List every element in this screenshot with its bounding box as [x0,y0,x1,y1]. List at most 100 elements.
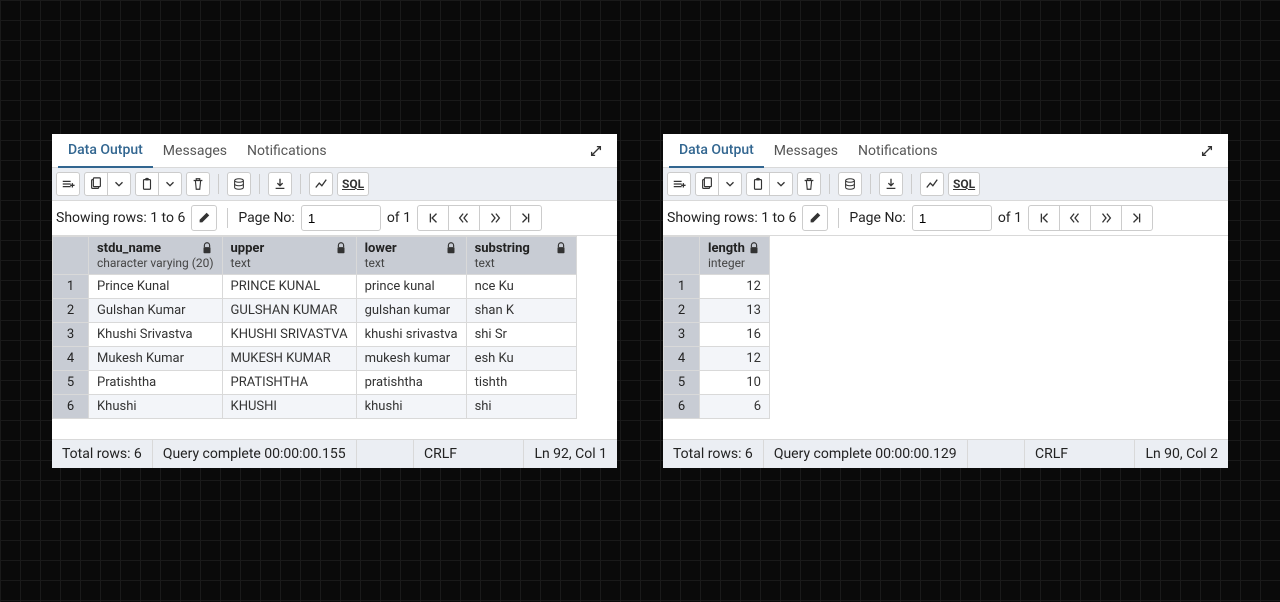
cell[interactable]: gulshan kumar [356,299,466,323]
download-button[interactable] [879,172,903,196]
cell[interactable]: Gulshan Kumar [89,299,223,323]
row-number[interactable]: 2 [664,299,700,323]
cell[interactable]: Khushi Srivastva [89,323,223,347]
copy-dropdown[interactable] [718,172,742,196]
eol-indicator[interactable]: CRLF [413,440,467,468]
column-header[interactable]: uppertext [222,237,356,275]
last-page-button[interactable] [510,205,542,231]
cell[interactable]: prince kunal [356,275,466,299]
column-header[interactable]: lengthinteger [700,237,770,275]
sql-icon: SQL [342,177,364,191]
tab-notifications[interactable]: Notifications [848,135,948,167]
tab-data-output[interactable]: Data Output [669,134,764,168]
copy-dropdown[interactable] [107,172,131,196]
cell[interactable]: Khushi [89,395,223,419]
page-no-input[interactable] [301,205,381,231]
table-row: 6KhushiKHUSHIkhushishi [53,395,577,419]
table-row: 1Prince KunalPRINCE KUNALprince kunalnce… [53,275,577,299]
last-page-button[interactable] [1121,205,1153,231]
column-header[interactable]: substringtext [466,237,576,275]
delete-button[interactable] [797,172,821,196]
paste-button[interactable] [746,172,770,196]
cell[interactable]: Pratishtha [89,371,223,395]
cell[interactable]: KHUSHI [222,395,356,419]
edit-button[interactable] [802,205,828,231]
prev-page-button[interactable] [1059,205,1091,231]
row-number[interactable]: 4 [53,347,89,371]
lock-icon [747,241,761,255]
row-number[interactable]: 6 [53,395,89,419]
eol-indicator[interactable]: CRLF [1024,440,1078,468]
tab-messages[interactable]: Messages [153,135,237,167]
table-row: 3Khushi SrivastvaKHUSHI SRIVASTVAkhushi … [53,323,577,347]
cell[interactable]: shi Sr [466,323,576,347]
save-data-button[interactable] [227,172,251,196]
cell[interactable]: 13 [700,299,770,323]
cell[interactable]: KHUSHI SRIVASTVA [222,323,356,347]
tab-bar: Data OutputMessagesNotifications [52,134,617,168]
results-table: lengthinteger11221331641251066 [663,236,770,419]
row-number[interactable]: 3 [53,323,89,347]
paste-dropdown[interactable] [769,172,793,196]
row-number[interactable]: 1 [664,275,700,299]
first-page-button[interactable] [1028,205,1060,231]
table-row: 4Mukesh KumarMUKESH KUMARmukesh kumaresh… [53,347,577,371]
cell[interactable]: 6 [700,395,770,419]
cell[interactable]: shi [466,395,576,419]
copy-button[interactable] [84,172,108,196]
row-number[interactable]: 1 [53,275,89,299]
save-data-button[interactable] [838,172,862,196]
cell[interactable]: 16 [700,323,770,347]
download-button[interactable] [268,172,292,196]
add-row-button[interactable] [667,172,691,196]
cell[interactable]: GULSHAN KUMAR [222,299,356,323]
cell[interactable]: pratishtha [356,371,466,395]
cell[interactable]: Mukesh Kumar [89,347,223,371]
prev-page-button[interactable] [448,205,480,231]
column-header[interactable]: stdu_namecharacter varying (20) [89,237,223,275]
cell[interactable]: Prince Kunal [89,275,223,299]
sql-button[interactable]: SQL [337,172,369,196]
next-page-button[interactable] [479,205,511,231]
cell[interactable]: khushi srivastva [356,323,466,347]
cell[interactable]: shan K [466,299,576,323]
sql-button[interactable]: SQL [948,172,980,196]
cell[interactable]: MUKESH KUMAR [222,347,356,371]
row-number[interactable]: 2 [53,299,89,323]
column-header[interactable]: lowertext [356,237,466,275]
cell[interactable]: 12 [700,275,770,299]
cell[interactable]: PRATISHTHA [222,371,356,395]
edit-button[interactable] [191,205,217,231]
cell[interactable]: tishth [466,371,576,395]
graph-button[interactable] [309,172,333,196]
cell[interactable]: esh Ku [466,347,576,371]
paste-dropdown[interactable] [158,172,182,196]
paste-button[interactable] [135,172,159,196]
tab-messages[interactable]: Messages [764,135,848,167]
copy-button[interactable] [695,172,719,196]
expand-icon[interactable] [1192,138,1222,164]
row-number[interactable]: 5 [664,371,700,395]
delete-button[interactable] [186,172,210,196]
total-rows: Total rows: 6 [663,440,764,468]
next-page-button[interactable] [1090,205,1122,231]
cell[interactable]: nce Ku [466,275,576,299]
expand-icon[interactable] [581,138,611,164]
cell[interactable]: PRINCE KUNAL [222,275,356,299]
cell[interactable]: mukesh kumar [356,347,466,371]
row-number[interactable]: 4 [664,347,700,371]
graph-button[interactable] [920,172,944,196]
tab-data-output[interactable]: Data Output [58,134,153,168]
cell[interactable]: 12 [700,347,770,371]
cell[interactable]: 10 [700,371,770,395]
row-number[interactable]: 6 [664,395,700,419]
page-no-input[interactable] [912,205,992,231]
add-row-button[interactable] [56,172,80,196]
tab-notifications[interactable]: Notifications [237,135,337,167]
first-page-button[interactable] [417,205,449,231]
table-row: 5PratishthaPRATISHTHApratishthatishth [53,371,577,395]
row-number[interactable]: 5 [53,371,89,395]
row-number[interactable]: 3 [664,323,700,347]
column-name: stdu_name [97,241,161,256]
cell[interactable]: khushi [356,395,466,419]
